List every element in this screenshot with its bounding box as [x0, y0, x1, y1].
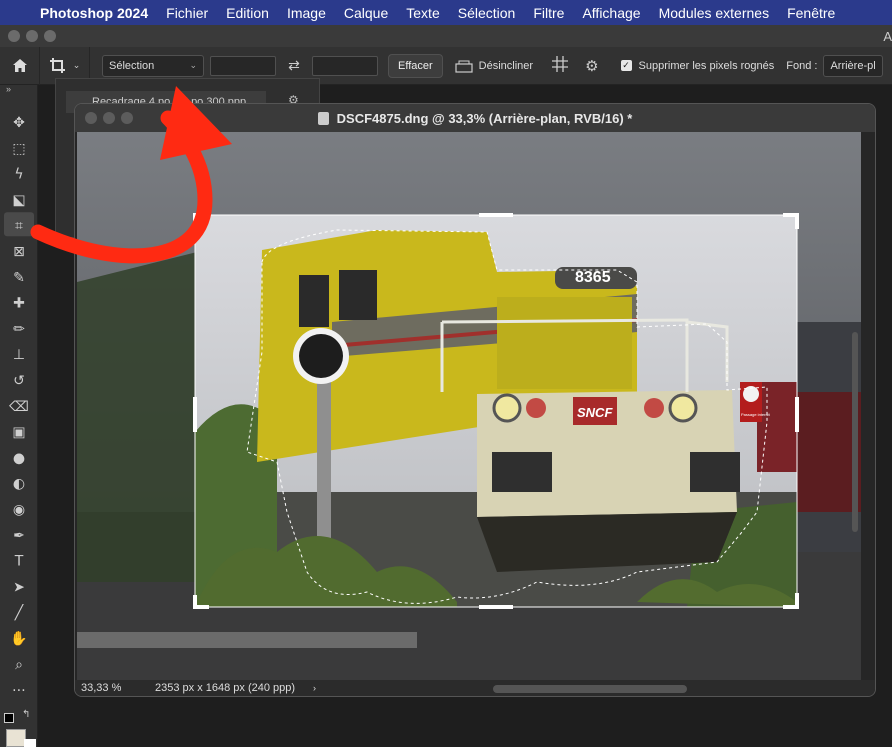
no-entry-sign-text: Passage interdit [741, 412, 771, 417]
app-minimize-button[interactable] [26, 30, 38, 42]
chevron-right-icon[interactable]: › [313, 683, 316, 693]
gradient-tool-icon[interactable]: ▣ [12, 425, 25, 441]
chevron-down-icon: ⌄ [189, 60, 197, 70]
tools-icons: ✥ ⬚ ϟ ⬕ ⌗ ⊠ ✎ ✚ ✏ ⊥ ↺ ⌫ ▣ ● ◐ ◉ ✒ T ➤ ╱ ✋ ⌕ ⋯ [4, 115, 34, 699]
photo: 8365 SNCF Passage interdit [77, 132, 861, 682]
history-brush-tool-icon[interactable]: ↺ [13, 373, 25, 389]
width-field[interactable] [210, 55, 276, 76]
more-tools-icon[interactable]: ⋯ [12, 683, 26, 699]
straighten-icon [455, 60, 473, 73]
document-icon [317, 111, 329, 125]
frame-tool-icon[interactable]: ⊠ [13, 244, 25, 260]
menu-app-name[interactable]: Photoshop 2024 [40, 5, 148, 21]
blur-tool-icon[interactable]: ● [13, 450, 25, 466]
menu-calque[interactable]: Calque [344, 5, 388, 21]
vertical-scrollbar[interactable] [852, 332, 858, 532]
brush-tool-icon[interactable]: ✏ [13, 321, 25, 337]
straighten-label: Désincliner [478, 59, 534, 72]
menu-affichage[interactable]: Affichage [582, 5, 640, 21]
dodge-tool-icon[interactable]: ◐ [13, 476, 25, 492]
default-colors-swatch[interactable] [24, 739, 36, 747]
crop-tool-icon[interactable]: ⌗ [15, 218, 23, 234]
move-tool-icon[interactable]: ✥ [13, 115, 25, 131]
delete-cropped-pixels-checkbox[interactable]: ✓ [620, 60, 632, 71]
menu-edition[interactable]: Edition [226, 5, 269, 21]
app-window-titlebar: A [0, 25, 892, 47]
straighten-button[interactable]: Désincliner [455, 59, 533, 73]
doc-zoom-button[interactable] [121, 112, 133, 124]
fond-select[interactable]: Arrière-pl [823, 54, 884, 77]
fond-label: Fond : [786, 59, 818, 72]
gear-icon: ⚙ [585, 57, 599, 75]
eyedropper-tool-icon[interactable]: ✎ [13, 270, 25, 286]
menu-fenetre[interactable]: Fenêtre [787, 5, 835, 21]
menu-filtre[interactable]: Filtre [533, 5, 564, 21]
status-bar: 33,33 % 2353 px x 1648 px (240 ppp) › [75, 680, 875, 696]
document-title: DSCF4875.dng @ 33,3% (Arrière-plan, RVB/… [336, 110, 633, 126]
height-field[interactable] [312, 55, 378, 76]
delete-cropped-pixels-label: Supprimer les pixels rognés [638, 59, 775, 72]
path-selection-tool-icon[interactable]: ➤ [13, 579, 25, 595]
menu-bar: Photoshop 2024 Fichier Edition Image Cal… [0, 0, 892, 25]
line-tool-icon[interactable]: ╱ [14, 604, 25, 621]
document-info: 2353 px x 1648 px (240 ppp) [155, 682, 296, 694]
app-title-edge: A [883, 29, 892, 44]
swap-dimensions-icon[interactable]: ⇄ [276, 57, 312, 74]
overlay-grid-button[interactable] [551, 55, 569, 76]
chevron-down-icon: ⌄ [72, 60, 81, 70]
delete-cropped-pixels-toggle[interactable]: ✓ Supprimer les pixels rognés [620, 59, 775, 72]
marquee-tool-icon[interactable]: ⬚ [12, 141, 25, 157]
menu-selection[interactable]: Sélection [458, 5, 516, 21]
image-canvas[interactable]: 8365 SNCF Passage interdit [77, 132, 861, 682]
foreground-color-swatch[interactable] [4, 713, 14, 723]
home-icon [12, 59, 27, 72]
stamp-tool-icon[interactable]: ⊥ [13, 347, 25, 363]
eraser-tool-icon[interactable]: ⌫ [9, 399, 29, 415]
hand-tool-icon[interactable]: ✋ [10, 630, 27, 647]
tools-panel: » ✥ ⬚ ϟ ⬕ ⌗ ⊠ ✎ ✚ ✏ ⊥ ↺ ⌫ ▣ ● ◐ ◉ ✒ T ➤ ╱ ✋ ⌕ ⋯ ↰ [0, 84, 38, 747]
clear-button-label: Effacer [398, 59, 433, 72]
healing-brush-tool-icon[interactable]: ✚ [13, 296, 25, 312]
clear-button[interactable]: Effacer [388, 53, 443, 78]
zoom-tool-icon[interactable]: ⌕ [15, 657, 23, 673]
horizontal-scrollbar[interactable] [493, 685, 687, 693]
grid-icon [552, 56, 569, 72]
doc-minimize-button[interactable] [103, 112, 115, 124]
crop-icon [49, 57, 65, 73]
document-titlebar: DSCF4875.dng @ 33,3% (Arrière-plan, RVB/… [75, 104, 875, 132]
ratio-select-value: Sélection [109, 59, 155, 72]
menu-fichier[interactable]: Fichier [166, 5, 208, 21]
crop-settings-button[interactable]: ⚙ [585, 57, 598, 75]
sponge-tool-icon[interactable]: ◉ [13, 502, 25, 518]
fond-select-value: Arrière-pl [830, 59, 876, 72]
swap-colors-icon[interactable]: ↰ [22, 709, 30, 720]
doc-close-button[interactable] [85, 112, 97, 124]
app-zoom-button[interactable] [44, 30, 56, 42]
ratio-select[interactable]: Sélection ⌄ [102, 54, 204, 77]
menu-image[interactable]: Image [287, 5, 326, 21]
locomotive-number: 8365 [575, 269, 611, 286]
object-selection-tool-icon[interactable]: ⬕ [12, 192, 25, 208]
pen-tool-icon[interactable]: ✒ [13, 528, 25, 544]
home-button[interactable] [0, 46, 40, 85]
app-close-button[interactable] [8, 30, 20, 42]
background-color-swatch[interactable] [6, 729, 26, 747]
sncf-logo: SNCF [577, 405, 613, 420]
lasso-tool-icon[interactable]: ϟ [14, 167, 23, 183]
zoom-level[interactable]: 33,33 % [81, 682, 141, 694]
document-window: DSCF4875.dng @ 33,3% (Arrière-plan, RVB/… [74, 103, 876, 697]
menu-modules-externes[interactable]: Modules externes [659, 5, 770, 21]
menu-texte[interactable]: Texte [406, 5, 439, 21]
type-tool-icon[interactable]: T [14, 554, 24, 570]
